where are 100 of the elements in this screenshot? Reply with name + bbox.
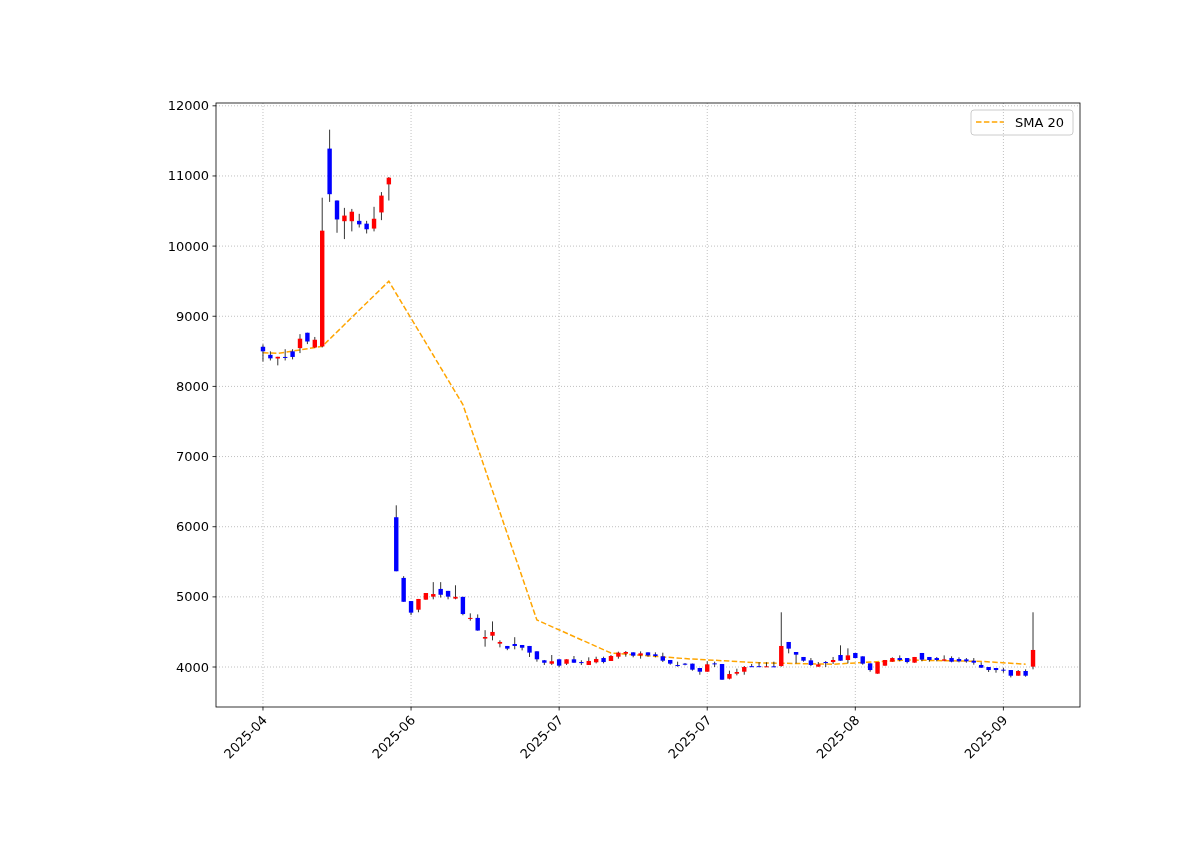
candlestick [549, 654, 554, 666]
candlestick [349, 208, 355, 232]
candlestick [779, 611, 784, 668]
candlestick [808, 657, 814, 667]
candlestick [912, 656, 917, 664]
candlestick [1008, 669, 1013, 678]
candlestick [860, 655, 865, 666]
tick-mark [212, 105, 217, 107]
candlestick [290, 348, 295, 360]
candlestick [838, 644, 843, 662]
candlestick [460, 596, 466, 616]
candlestick [445, 590, 451, 600]
candlestick [608, 654, 614, 662]
candlestick [505, 645, 510, 651]
candlestick [438, 581, 443, 598]
candlestick [616, 651, 621, 660]
candlestick [816, 661, 821, 668]
candlestick [742, 665, 747, 676]
candlestick [283, 348, 288, 361]
candlestick [845, 647, 851, 664]
candlestick [890, 656, 895, 663]
y-tick-label: 4000 [175, 659, 209, 675]
candlestick [571, 655, 577, 664]
candlestick [305, 332, 310, 345]
candlestick [364, 220, 369, 234]
y-tick-label: 5000 [175, 589, 209, 605]
candlestick [564, 658, 569, 666]
candlestick [1001, 667, 1006, 674]
candlestick [971, 657, 976, 666]
tick-mark [212, 456, 217, 457]
candlestick [623, 650, 628, 658]
candlestick [993, 667, 999, 674]
candlestick [756, 661, 762, 668]
candlestick [882, 659, 888, 667]
candlestick [586, 656, 591, 666]
candlestick [793, 651, 799, 664]
candlestick [556, 658, 562, 668]
candlestick [431, 581, 436, 600]
candlestick [660, 652, 665, 663]
candlestick [379, 191, 384, 221]
candlestick [297, 333, 303, 354]
candlestick [497, 639, 503, 648]
candlestick [645, 651, 651, 658]
candlestick [401, 575, 406, 603]
legend-line-icon [975, 121, 1005, 123]
candlestick [764, 661, 769, 668]
candlestick [734, 668, 740, 676]
candlestick [897, 654, 902, 662]
y-tick-label: 11000 [167, 168, 209, 184]
candlestick [601, 656, 606, 664]
tick-mark [212, 386, 217, 387]
candlestick [408, 600, 414, 616]
candlestick [934, 656, 939, 662]
candlestick [956, 656, 962, 663]
candlestick [949, 655, 954, 663]
candlestick [830, 656, 836, 665]
candlestick [475, 614, 480, 632]
candlestick [275, 356, 280, 366]
candlestick [512, 636, 517, 650]
candlestick [853, 652, 858, 659]
candlestick [334, 200, 340, 234]
candlestick [386, 176, 392, 201]
candlestick [416, 598, 421, 613]
tick-mark [262, 706, 264, 711]
candlestick [682, 662, 688, 666]
y-tick-label: 7000 [175, 449, 209, 465]
tick-mark [1003, 706, 1004, 711]
candlestick [675, 661, 680, 668]
y-tick-label: 8000 [175, 378, 209, 394]
candlestick [668, 659, 673, 666]
candlestick [542, 659, 547, 666]
y-tick-label: 10000 [167, 238, 209, 254]
legend-label: SMA 20 [1015, 115, 1065, 130]
candlestick [941, 654, 947, 662]
candlestick [1030, 611, 1036, 670]
candlestick [771, 661, 777, 668]
candlestick [342, 207, 347, 240]
candlestick [801, 656, 806, 663]
candlestick [727, 670, 732, 680]
candlestick [964, 657, 969, 664]
candlestick [357, 213, 362, 228]
candlestick [534, 650, 540, 663]
candlestick [482, 629, 488, 648]
candlestick [875, 661, 880, 675]
tick-mark [410, 706, 412, 711]
candlestick [749, 663, 754, 668]
candlestick [423, 592, 429, 601]
candlestick [719, 663, 725, 681]
y-tick-label: 9000 [175, 308, 209, 324]
tick-mark [854, 706, 856, 711]
candlestick [1016, 669, 1021, 677]
y-tick-label: 6000 [175, 519, 209, 535]
candlestick [979, 661, 984, 669]
candlestick [823, 660, 828, 668]
candlestick [268, 350, 273, 361]
candlestick [593, 656, 599, 664]
y-tick-label: 12000 [167, 98, 209, 114]
candlestick [1023, 668, 1028, 678]
candlestick [712, 661, 717, 668]
candlestick [312, 336, 317, 349]
